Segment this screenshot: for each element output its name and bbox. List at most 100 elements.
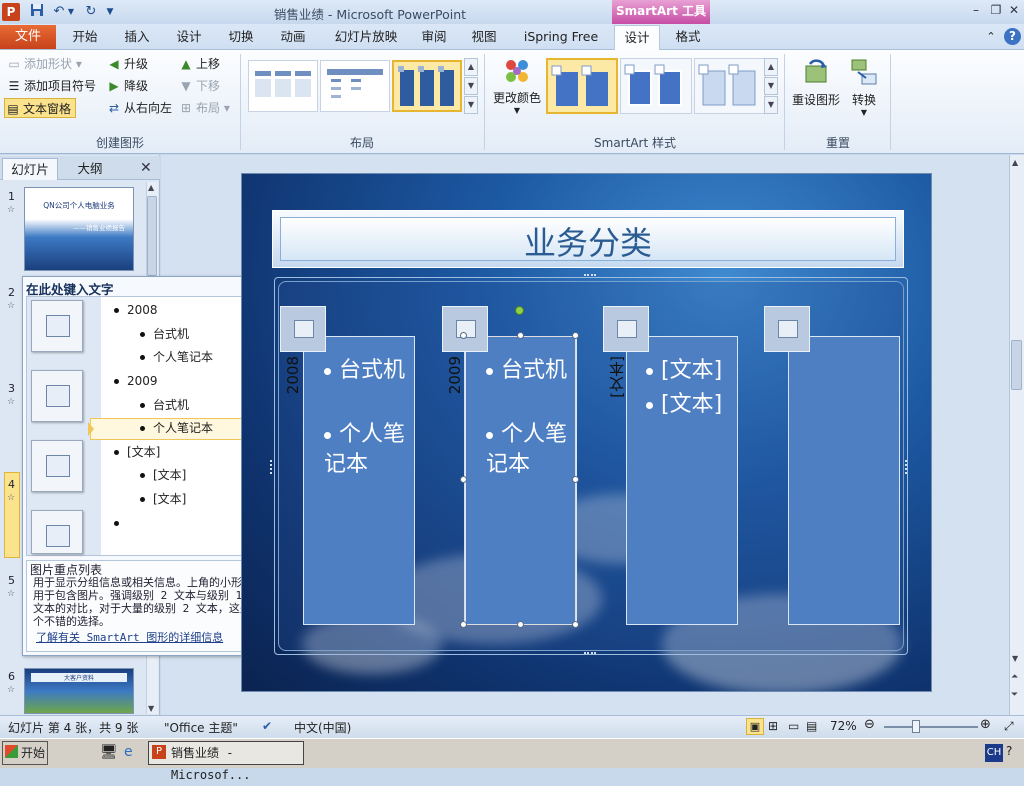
- zoom-slider[interactable]: [884, 726, 978, 728]
- tab-transitions[interactable]: 切换: [218, 25, 264, 49]
- text-pane-item[interactable]: [文本]: [140, 465, 186, 485]
- tab-smartart-design[interactable]: 设计: [614, 25, 660, 51]
- text-pane-item[interactable]: 个人笔记本: [140, 347, 213, 367]
- resize-handle[interactable]: [460, 476, 467, 483]
- text-pane-item[interactable]: [文本]: [140, 489, 186, 509]
- tab-review[interactable]: 审阅: [414, 25, 454, 49]
- layout-option-picture-accent-list[interactable]: [392, 60, 462, 112]
- language-indicator[interactable]: 中文(中国): [294, 719, 351, 736]
- smartart-style-1[interactable]: [546, 58, 618, 114]
- minimize-icon[interactable]: –: [968, 2, 984, 18]
- layouts-scroll-up[interactable]: ▲: [464, 58, 478, 76]
- promote-button[interactable]: ◀ 升级: [106, 54, 148, 74]
- normal-view-icon[interactable]: ▣: [746, 718, 764, 735]
- convert-button[interactable]: 转换 ▼: [844, 56, 884, 117]
- smartart-picture-icon[interactable]: [603, 306, 649, 352]
- text-pane-item[interactable]: 台式机: [140, 395, 189, 415]
- smartart-column-box[interactable]: [788, 336, 900, 625]
- picture-placeholder-icon[interactable]: [31, 440, 83, 492]
- close-panel-icon[interactable]: ✕: [140, 160, 152, 176]
- frame-grip-bottom[interactable]: [584, 652, 596, 656]
- tab-design[interactable]: 设计: [166, 25, 212, 49]
- reading-view-icon[interactable]: ▭: [788, 719, 799, 733]
- text-pane-button[interactable]: ▤ 文本窗格: [4, 98, 77, 118]
- tab-file[interactable]: 文件: [0, 25, 56, 49]
- smartart-column-label[interactable]: [文本]: [606, 356, 627, 398]
- minimize-ribbon-icon[interactable]: ⌃: [984, 25, 998, 49]
- demote-button[interactable]: ▶ 降级: [106, 76, 148, 96]
- zoom-in-icon[interactable]: ⊕: [980, 717, 991, 732]
- resize-handle[interactable]: [460, 621, 467, 628]
- spellcheck-icon[interactable]: ✔: [262, 719, 272, 733]
- tab-view[interactable]: 视图: [464, 25, 504, 49]
- frame-grip-top[interactable]: [584, 274, 596, 278]
- smartart-column-label[interactable]: 2009: [446, 356, 464, 394]
- frame-grip-left[interactable]: [270, 460, 274, 474]
- layout-button[interactable]: ⊞ 布局 ▾: [178, 98, 230, 118]
- smartart-item[interactable]: 个人笔记本: [486, 420, 572, 480]
- close-icon[interactable]: ✕: [1006, 2, 1022, 18]
- styles-scroll-up[interactable]: ▲: [764, 58, 778, 76]
- smartart-picture-icon[interactable]: [280, 306, 326, 352]
- fit-to-window-icon[interactable]: ⤢: [1004, 719, 1014, 734]
- restore-icon[interactable]: ❐: [988, 2, 1004, 18]
- resize-handle[interactable]: [517, 621, 524, 628]
- resize-handle[interactable]: [517, 332, 524, 339]
- right-to-left-button[interactable]: ⇄ 从右向左: [106, 98, 172, 118]
- ie-browser-icon[interactable]: e: [124, 744, 133, 760]
- picture-placeholder-icon[interactable]: [31, 300, 83, 352]
- smartart-style-3[interactable]: [694, 58, 766, 114]
- zoom-level[interactable]: 72%: [830, 719, 857, 733]
- picture-placeholder-icon[interactable]: [31, 370, 83, 422]
- text-pane-item-selected[interactable]: 个人笔记本: [140, 418, 213, 438]
- slide-scroll-thumb[interactable]: [1011, 340, 1022, 390]
- resize-handle[interactable]: [572, 332, 579, 339]
- ime-help-icon[interactable]: ?: [1006, 744, 1012, 758]
- text-pane-item[interactable]: 2009: [114, 371, 158, 391]
- theme-name[interactable]: "Office 主题": [164, 719, 238, 736]
- slide-title[interactable]: 业务分类: [272, 218, 904, 264]
- slide-vertical-scrollbar[interactable]: [1009, 155, 1024, 715]
- layout-option-2[interactable]: [320, 60, 390, 112]
- desktop-icon[interactable]: 🖥: [100, 744, 118, 760]
- next-slide-icon[interactable]: ⏷: [1011, 690, 1018, 700]
- tab-outline[interactable]: 大纲: [62, 158, 118, 180]
- smartart-picture-icon[interactable]: [442, 306, 488, 352]
- text-pane-item[interactable]: 台式机: [140, 324, 189, 344]
- slideshow-view-icon[interactable]: ▤: [806, 719, 817, 733]
- smartart-item[interactable]: 台式机: [486, 356, 572, 386]
- scroll-up-icon[interactable]: ▲: [1012, 158, 1018, 167]
- move-down-button[interactable]: ▼ 下移: [178, 76, 220, 96]
- zoom-out-icon[interactable]: ⊖: [864, 717, 875, 732]
- reset-graphic-button[interactable]: 重设图形: [790, 56, 842, 108]
- slides-scroll-up-icon[interactable]: ▲: [148, 183, 154, 192]
- help-icon[interactable]: ?: [1004, 28, 1021, 45]
- resize-handle[interactable]: [572, 621, 579, 628]
- tab-ispring-free[interactable]: iSpring Free: [514, 25, 608, 49]
- text-pane-item[interactable]: [114, 513, 127, 533]
- smartart-style-2[interactable]: [620, 58, 692, 114]
- styles-scroll-down[interactable]: ▼: [764, 77, 778, 95]
- layout-option-1[interactable]: [248, 60, 318, 112]
- tab-smartart-format[interactable]: 格式: [666, 25, 710, 49]
- add-bullet-button[interactable]: ☰ 添加项目符号: [6, 76, 96, 96]
- smartart-item[interactable]: [文本]: [646, 356, 736, 386]
- layouts-scroll-down[interactable]: ▼: [464, 77, 478, 95]
- smartart-item[interactable]: 个人笔记本: [324, 420, 410, 480]
- slide-sorter-icon[interactable]: ⊞: [768, 719, 778, 733]
- move-up-button[interactable]: ▲ 上移: [178, 54, 220, 74]
- picture-placeholder-icon[interactable]: [31, 510, 83, 554]
- styles-more[interactable]: ▼: [764, 96, 778, 114]
- smartart-column-label[interactable]: 2008: [284, 356, 302, 394]
- previous-slide-icon[interactable]: ⏶: [1011, 672, 1018, 682]
- tab-home[interactable]: 开始: [62, 25, 108, 49]
- smartart-picture-icon[interactable]: [764, 306, 810, 352]
- layouts-more[interactable]: ▼: [464, 96, 478, 114]
- tab-animations[interactable]: 动画: [270, 25, 316, 49]
- text-pane-item[interactable]: [文本]: [114, 442, 160, 462]
- slide-thumbnail-6[interactable]: 大客户资料: [24, 668, 134, 714]
- tab-slideshow[interactable]: 幻灯片放映: [324, 25, 408, 49]
- slide-thumbnail-1[interactable]: QN公司个人电脑业务 ——销售业绩报告: [24, 187, 134, 271]
- smartart-item[interactable]: 台式机: [324, 356, 410, 386]
- zoom-slider-thumb[interactable]: [912, 720, 921, 733]
